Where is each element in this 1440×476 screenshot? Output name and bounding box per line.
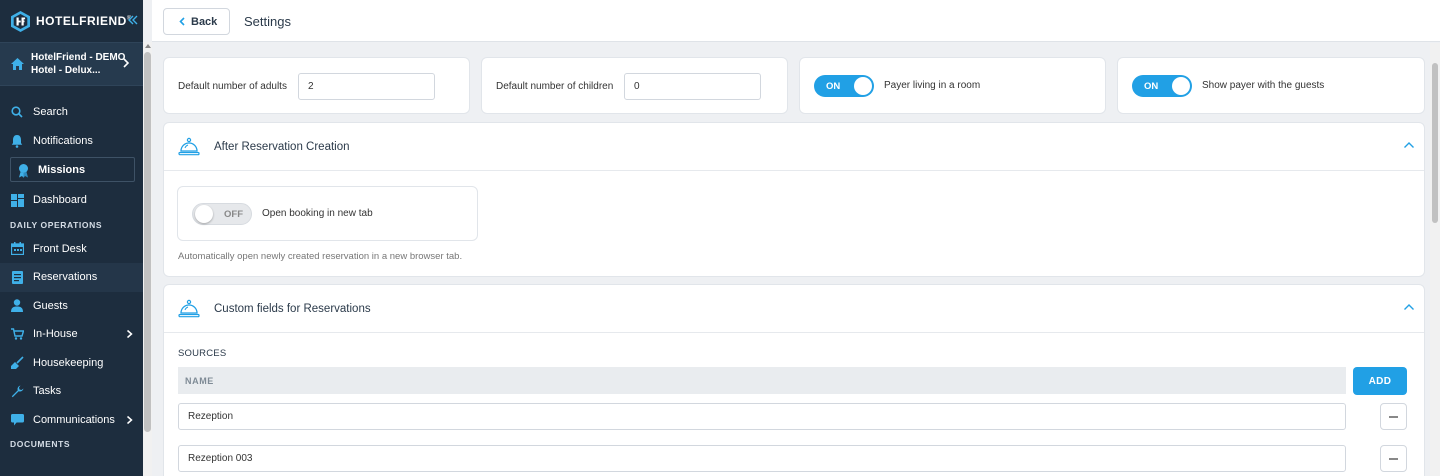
sidebar-item-label: Reservations — [33, 271, 98, 284]
remove-source-button[interactable] — [1380, 445, 1407, 472]
toggle-state: OFF — [224, 209, 243, 220]
nav-section-daily-operations: DAILY OPERATIONS — [10, 219, 103, 230]
after-reservation-header[interactable]: After Reservation Creation — [164, 123, 1424, 171]
chevron-up-icon[interactable] — [1403, 141, 1415, 149]
sidebar-item-guests[interactable]: Guests — [0, 292, 143, 321]
section-title: Custom fields for Reservations — [214, 303, 371, 315]
chevron-right-icon — [127, 415, 133, 424]
sidebar-item-notifications[interactable]: Notifications — [0, 127, 143, 156]
sidebar-item-label: In-House — [33, 328, 78, 341]
minus-icon — [1389, 457, 1398, 460]
sidebar-item-dashboard[interactable]: Dashboard — [0, 186, 143, 215]
chevron-up-icon[interactable] — [1403, 303, 1415, 311]
sidebar-scrollbar[interactable] — [143, 42, 152, 476]
bell-icon — [10, 134, 24, 148]
page-header: Back Settings — [152, 0, 1440, 42]
user-icon — [10, 299, 24, 313]
brand-name: HOTELFRIEND® — [36, 14, 132, 28]
open-booking-label: Open booking in new tab — [262, 208, 373, 219]
default-children-card: Default number of children 0 — [481, 57, 788, 114]
logo-bar: HOTELFRIEND® — [0, 0, 143, 42]
default-adults-card: Default number of adults 2 — [163, 57, 470, 114]
default-adults-input[interactable]: 2 — [298, 73, 435, 100]
sidebar-item-in-house[interactable]: In-House — [0, 320, 143, 349]
page-title: Settings — [244, 14, 291, 29]
sidebar-item-label: Tasks — [33, 385, 62, 398]
minus-icon — [1389, 415, 1398, 418]
sidebar-item-search[interactable]: Search — [0, 98, 143, 127]
open-booking-card: OFF Open booking in new tab — [177, 186, 478, 241]
sidebar-item-label: Front Desk — [33, 242, 87, 255]
dashboard-icon — [10, 193, 24, 207]
source-input[interactable]: Rezeption — [178, 403, 1346, 430]
remove-source-button[interactable] — [1380, 403, 1407, 430]
collapse-sidebar-icon[interactable] — [127, 14, 139, 26]
sidebar-item-reservations[interactable]: Reservations — [0, 263, 143, 292]
wrench-icon — [10, 384, 24, 398]
show-payer-card: ON Show payer with the guests — [1117, 57, 1425, 114]
sidebar-nav: Search Notifications Missions Dashboard … — [0, 86, 143, 454]
default-children-label: Default number of children — [496, 81, 614, 92]
sidebar-scrollbar-thumb[interactable] — [144, 52, 151, 432]
toggle-state: ON — [826, 81, 841, 92]
calendar-icon — [10, 242, 24, 256]
settings-content: Default number of adults 2 Default numbe… — [152, 43, 1430, 476]
missions-label: Missions — [38, 163, 86, 176]
toggle-knob — [195, 205, 213, 223]
sidebar-item-label: Communications — [33, 413, 115, 426]
sidebar-item-label: Notifications — [33, 134, 93, 147]
source-input[interactable]: Rezeption 003 — [178, 445, 1346, 472]
payer-living-card: ON Payer living in a room — [799, 57, 1106, 114]
hotel-switcher[interactable]: HotelFriend - DEMO Hotel - Delux... — [0, 42, 143, 86]
document-icon — [10, 270, 24, 284]
main-scrollbar-thumb[interactable] — [1432, 63, 1438, 223]
custom-fields-section: Custom fields for Reservations SOURCES N… — [163, 284, 1425, 476]
chevron-left-icon — [179, 17, 185, 26]
toggle-knob — [1172, 77, 1190, 95]
back-label: Back — [191, 15, 218, 28]
payer-living-label: Payer living in a room — [884, 80, 981, 91]
section-title: After Reservation Creation — [214, 141, 350, 153]
default-children-input[interactable]: 0 — [624, 73, 761, 100]
home-icon — [11, 58, 24, 70]
open-booking-description: Automatically open newly created reserva… — [178, 251, 463, 262]
scroll-up-arrow-icon[interactable] — [145, 44, 151, 48]
broom-icon — [10, 356, 24, 370]
missions-button[interactable]: Missions — [10, 157, 135, 182]
nav-section-documents: DOCUMENTS — [10, 439, 71, 449]
show-payer-label: Show payer with the guests — [1202, 80, 1325, 91]
medal-icon — [17, 163, 31, 178]
sidebar-item-label: Housekeeping — [33, 356, 104, 369]
open-booking-toggle[interactable]: OFF — [192, 203, 252, 225]
default-adults-label: Default number of adults — [178, 81, 287, 92]
chat-icon — [10, 413, 24, 427]
sidebar-item-tasks[interactable]: Tasks — [0, 377, 143, 406]
chevron-right-icon — [123, 58, 130, 68]
chevron-right-icon — [127, 329, 133, 339]
main-scrollbar[interactable] — [1430, 43, 1440, 476]
reception-bell-icon — [178, 299, 200, 318]
toggle-state: ON — [1144, 81, 1159, 92]
hotelfriend-logo-icon — [11, 10, 30, 32]
hotel-name: HotelFriend - DEMO Hotel - Delux... — [31, 52, 126, 76]
sidebar-item-label: Search — [33, 106, 68, 119]
sidebar: HOTELFRIEND® HotelFriend - DEMO Hotel - … — [0, 0, 143, 476]
custom-fields-header[interactable]: Custom fields for Reservations — [164, 285, 1424, 333]
sidebar-item-housekeeping[interactable]: Housekeeping — [0, 349, 143, 378]
sources-label: SOURCES — [178, 348, 227, 359]
sidebar-item-front-desk[interactable]: Front Desk — [0, 235, 143, 264]
search-icon — [10, 105, 24, 119]
name-column-header: NAME — [178, 367, 1346, 394]
payer-living-toggle[interactable]: ON — [814, 75, 874, 97]
after-reservation-section: After Reservation Creation OFF Open book… — [163, 122, 1425, 277]
sidebar-item-label: Guests — [33, 299, 68, 312]
sidebar-item-communications[interactable]: Communications — [0, 406, 143, 435]
cart-icon — [10, 327, 24, 341]
toggle-knob — [854, 77, 872, 95]
reception-bell-icon — [178, 137, 200, 156]
back-button[interactable]: Back — [163, 8, 230, 35]
show-payer-toggle[interactable]: ON — [1132, 75, 1192, 97]
add-source-button[interactable]: ADD — [1353, 367, 1407, 395]
sidebar-item-label: Dashboard — [33, 194, 87, 207]
